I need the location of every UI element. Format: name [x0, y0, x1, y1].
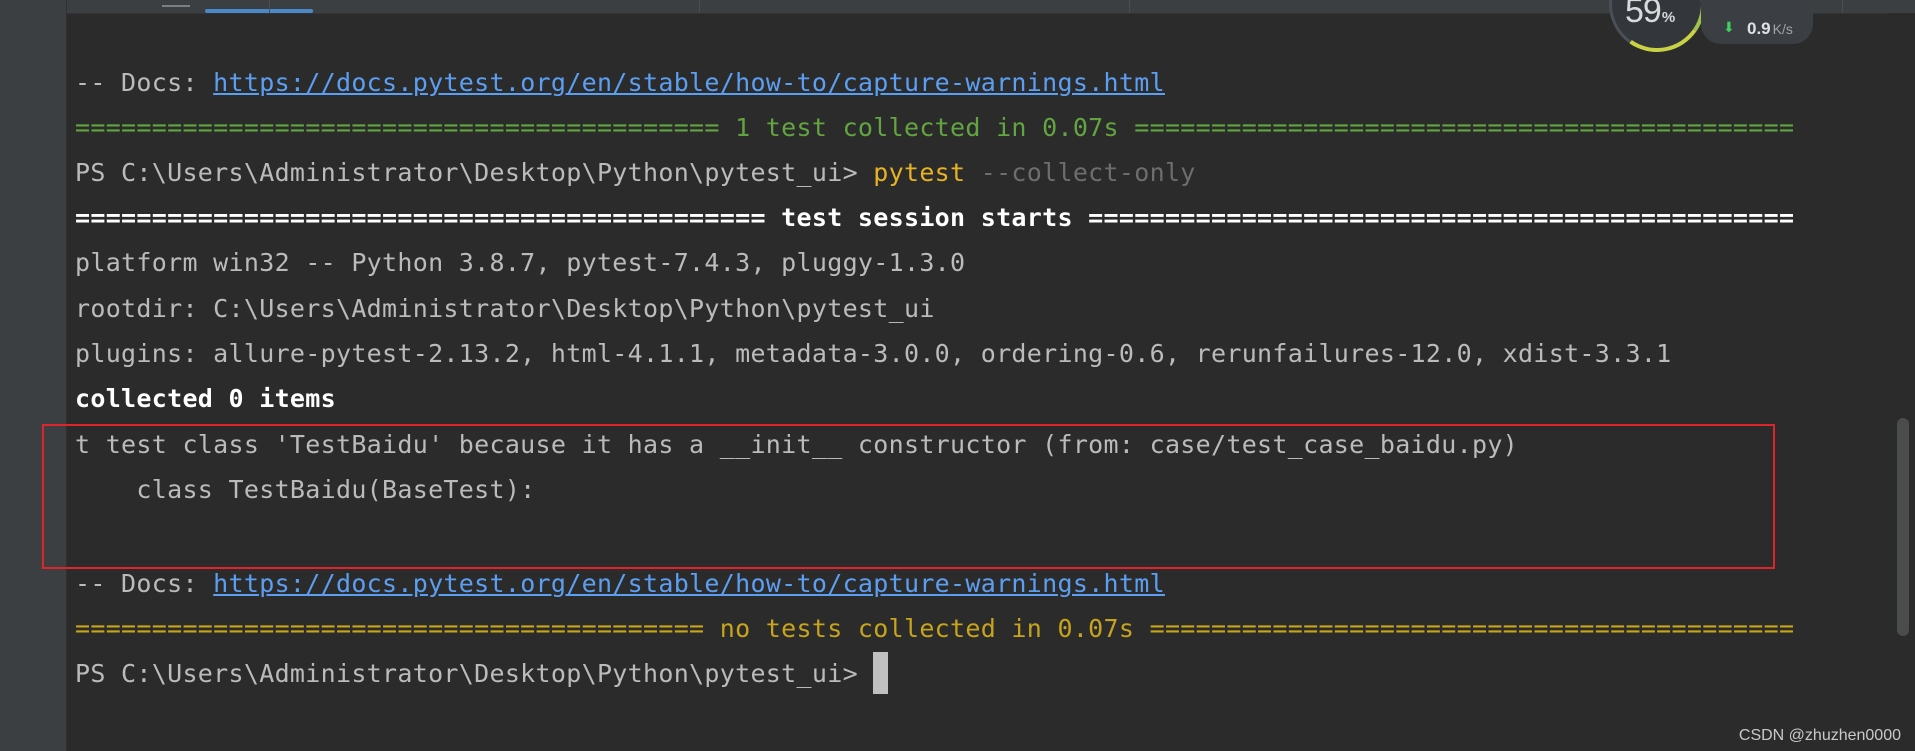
terminal-output[interactable]: -- Docs: https://docs.pytest.org/en/stab… [67, 13, 1889, 751]
command-hint: --collect-only [965, 158, 1196, 187]
collected-line: collected 0 items [75, 384, 336, 413]
command-line: PS C:\Users\Administrator\Desktop\Python… [75, 155, 1196, 191]
terminal-scrollbar-thumb[interactable] [1897, 418, 1909, 636]
docs-link[interactable]: https://docs.pytest.org/en/stable/how-to… [213, 569, 1165, 598]
rootdir-line: rootdir: C:\Users\Administrator\Desktop\… [75, 294, 935, 323]
final-prompt-line: PS C:\Users\Administrator\Desktop\Python… [75, 651, 889, 694]
docs-line: -- Docs: https://docs.pytest.org/en/stab… [75, 566, 1165, 602]
plugins-line: plugins: allure-pytest-2.13.2, html-4.1.… [75, 339, 1672, 368]
tab-separator [1842, 0, 1843, 13]
shell-prompt: PS C:\Users\Administrator\Desktop\Python… [75, 158, 874, 187]
platform-line: platform win32 -- Python 3.8.7, pytest-7… [75, 248, 966, 277]
arrow-down-icon: ⬇ [1723, 20, 1735, 36]
ide-window: -- Docs: https://docs.pytest.org/en/stab… [0, 0, 1915, 751]
tab-icon[interactable] [162, 0, 190, 7]
usage-percent: 59% [1625, 0, 1675, 30]
command-text: pytest [873, 158, 966, 187]
session-header-line: ========================================… [75, 203, 1795, 232]
docs-link[interactable]: https://docs.pytest.org/en/stable/how-to… [213, 68, 1165, 97]
terminal-scrollbar-track[interactable] [1889, 13, 1915, 751]
left-tool-strip [0, 0, 67, 751]
tab-separator [269, 0, 270, 13]
network-speed: 0.9 K/s [1747, 19, 1793, 38]
summary-none-line: ========================================… [75, 614, 1795, 643]
performance-widget[interactable]: 59% ⬇ 0.9 K/s [1601, 0, 1815, 60]
docs-line: -- Docs: https://docs.pytest.org/en/stab… [75, 65, 1165, 101]
watermark: CSDN @zhuzhen0000 [1738, 727, 1901, 744]
shell-prompt: PS C:\Users\Administrator\Desktop\Python… [75, 659, 874, 688]
warning-line: t test class 'TestBaidu' because it has … [75, 430, 1519, 459]
tab-separator [1129, 0, 1130, 13]
summary-collected-line: ========================================… [75, 113, 1795, 142]
docs-prefix: -- Docs: [75, 569, 214, 598]
tab-separator [699, 0, 700, 13]
text-cursor [873, 651, 889, 694]
docs-prefix: -- Docs: [75, 68, 214, 97]
warning-source-line: class TestBaidu(BaseTest): [75, 475, 536, 504]
